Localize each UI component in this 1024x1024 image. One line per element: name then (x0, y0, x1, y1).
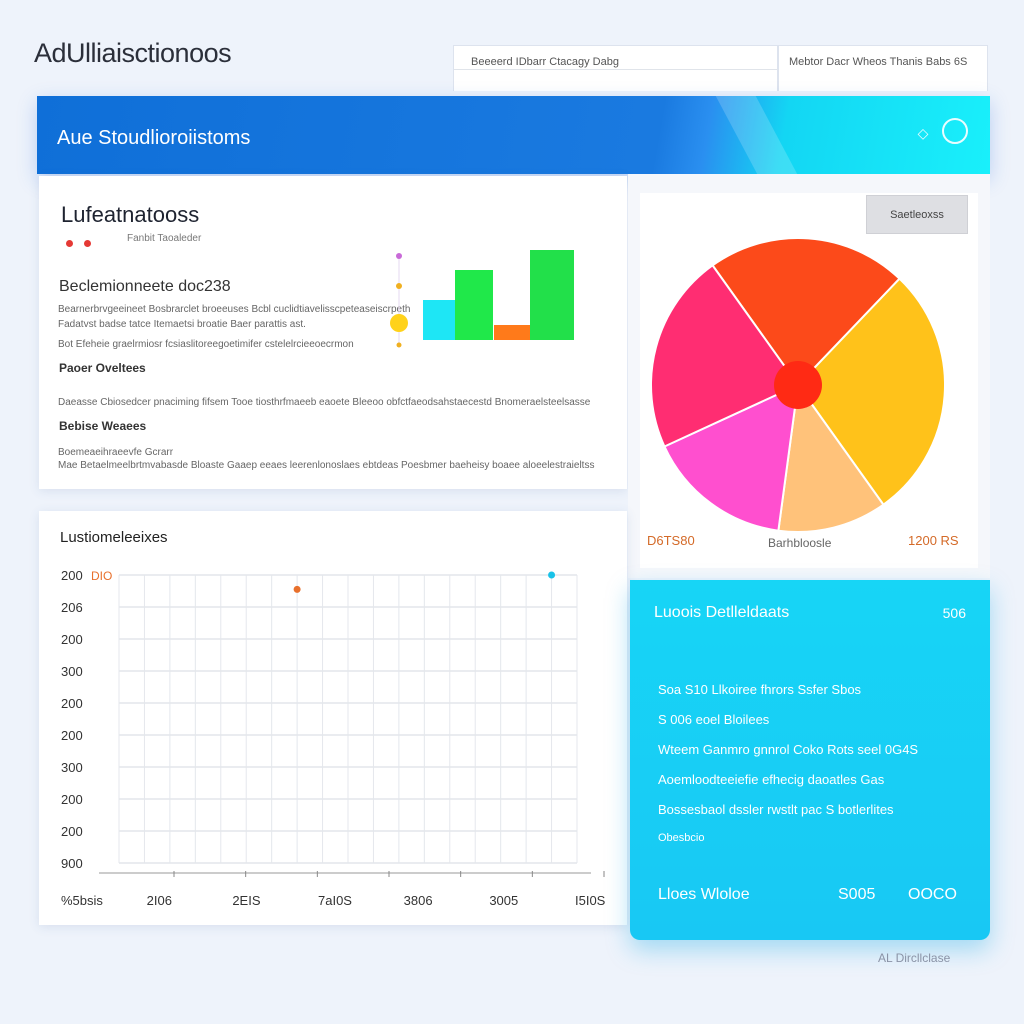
details-line: Obesbcio (658, 832, 705, 844)
y-tick-label: 200 (61, 792, 83, 807)
details-title: Luoois Detlleldaats (654, 604, 790, 621)
details-panel: Luoois Detlleldaats 506 Soa S10 Llkoiree… (630, 580, 990, 940)
header-title: Aue Stoudlioroiistoms (57, 127, 251, 149)
details-line: Soa S10 Llkoiree fhrors Ssfer Sbos (658, 682, 862, 697)
status-dot-icon (84, 240, 91, 247)
header-stripe (710, 96, 804, 174)
mini-marker (396, 342, 402, 348)
x-tick-label: 2I06 (147, 893, 172, 908)
pie-chart (650, 237, 946, 533)
x-tick-label: 3806 (404, 893, 433, 908)
line-chart-title: Lustiomeleeixes (60, 529, 168, 546)
summary-subtitle: Beclemionneete doc238 (59, 278, 231, 295)
search-toolbar[interactable]: Beeeerd IDbarr Ctacagy Dabg (453, 45, 779, 91)
pie-left-label: D6TS80 (647, 533, 695, 548)
y-tick-label: 200 (61, 568, 83, 583)
mini-marker (396, 253, 402, 259)
pie-center-label: Barhbloosle (768, 536, 832, 550)
summary-line: Boemeaeihraeevfe Gcrarr (58, 447, 174, 458)
app-title: AdUlliaisctionoos (34, 38, 232, 68)
summary-card: Lufeatnatooss Fanbit Taoaleder Beclemion… (39, 176, 627, 489)
top-nav[interactable]: Mebtor Dacr Wheos Thanis Babs 6S (778, 45, 988, 91)
header-band: Aue Stoudlioroiistoms ◇ (37, 96, 990, 174)
summary-line: Bearnerbrvgeeineet Bosbrarclet broeeuses… (58, 304, 411, 315)
mini-bar (494, 325, 530, 340)
mini-marker (396, 283, 402, 289)
details-count: 506 (942, 605, 966, 621)
y-tick-label: 200 (61, 696, 83, 711)
data-point[interactable] (293, 585, 301, 593)
y-tick-label: 200 (61, 632, 83, 647)
details-line: Wteem Ganmro gnnrol Coko Rots seel 0G4S (658, 742, 919, 757)
data-point[interactable] (548, 571, 556, 579)
mini-bar (530, 250, 574, 340)
details-footer-value: OOCO (908, 886, 957, 903)
mini-bar-chart (390, 250, 574, 348)
watermark: AL Dircllclase (878, 951, 951, 965)
pie-right-label: 1200 RS (908, 533, 959, 548)
summary-meta: Fanbit Taoaleder (127, 233, 202, 244)
search-field-text: Beeeerd IDbarr Ctacagy Dabg (471, 56, 619, 68)
y-tick-label: 300 (61, 664, 83, 679)
mini-marker (390, 314, 408, 332)
y-tick-label: 206 (61, 600, 83, 615)
y-tick-label: 300 (61, 760, 83, 775)
line-chart-card: Lustiomeleeixes 200 206 200 300 200 200 300 200… (39, 511, 627, 925)
y-tick-label: 900 (61, 856, 83, 871)
details-line: Aoemloodteeiefie efhecig daoatles Gas (658, 772, 885, 787)
summary-line: Daeasse Cbiosedcer pnaciming fifsem Tooe… (58, 397, 591, 408)
x-tick-label: I5I0S (575, 893, 606, 908)
pie-center (774, 361, 822, 409)
x-tick-label: %5bsis (61, 893, 103, 908)
y-tick-label: 200 (61, 728, 83, 743)
y-tick-label: 200 (61, 824, 83, 839)
top-nav-links[interactable]: Mebtor Dacr Wheos Thanis Babs 6S (789, 56, 967, 68)
summary-line: Mae Betaelmeelbrtmvabasde Bloaste Gaaep … (58, 460, 595, 471)
status-dot-icon (66, 240, 73, 247)
summary-line: Bot Efeheie graelrmiosr fcsiaslitoreegoe… (58, 339, 354, 350)
diamond-icon[interactable]: ◇ (914, 124, 932, 142)
details-footer-value: S005 (838, 886, 876, 903)
x-tick-label: 7aI0S (318, 893, 352, 908)
summary-line: Fadatvst badse tatce Itemaetsi broatie B… (58, 319, 306, 330)
series-label: DIO (91, 569, 112, 583)
section-heading: Paoer Oveltees (59, 361, 146, 375)
details-footer-label[interactable]: Lloes Wloloe (658, 886, 750, 904)
details-line: S 006 eoel Bloilees (658, 712, 770, 727)
pie-card: Saetleoxss D6TS80 Barhbloosle 1200 RS (640, 193, 978, 568)
summary-title: Lufeatnatooss (61, 202, 200, 227)
select-button[interactable]: Saetleoxss (866, 195, 968, 234)
line-chart: 200 206 200 300 200 200 300 200 200 900 %5bsis 2I06… (61, 568, 606, 908)
x-tick-label: 2EIS (232, 893, 261, 908)
circle-icon[interactable] (942, 118, 968, 144)
mini-bar (455, 270, 493, 340)
x-tick-label: 3005 (489, 893, 518, 908)
search-field[interactable]: Beeeerd IDbarr Ctacagy Dabg (454, 46, 779, 70)
section-heading: Bebise Weaees (59, 419, 147, 433)
status-dots (66, 234, 102, 252)
details-line: Bossesbaol dssler rwstlt pac S botlerlit… (658, 802, 894, 817)
